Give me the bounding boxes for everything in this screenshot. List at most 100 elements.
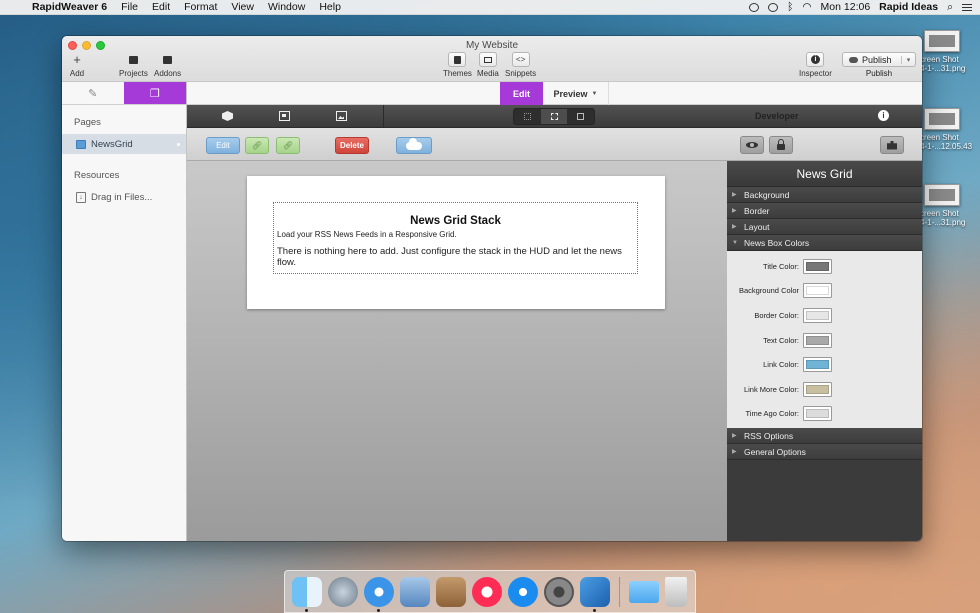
notification-center-icon[interactable] xyxy=(962,3,972,12)
menu-help[interactable]: Help xyxy=(319,1,341,13)
desktop-file[interactable]: creen Shot 4-1-...12.05.43 xyxy=(920,108,980,151)
edit-stack-button[interactable]: Edit xyxy=(206,137,240,154)
triangle-down-icon: ▼ xyxy=(732,239,738,246)
menu-app-name[interactable]: RapidWeaver 6 xyxy=(32,1,107,13)
section-rss-options[interactable]: ▶ RSS Options xyxy=(727,428,922,444)
color-swatch xyxy=(806,286,829,296)
snippets-button[interactable]: <> Snippets xyxy=(505,52,536,78)
wifi-icon[interactable]: ◠ xyxy=(802,1,811,13)
running-indicator xyxy=(305,608,308,612)
app-store-icon[interactable] xyxy=(508,576,538,607)
color-swatch xyxy=(806,335,829,345)
mode-selected[interactable] xyxy=(540,109,568,124)
section-news-box-colors[interactable]: ▼ News Box Colors xyxy=(727,235,922,251)
status-dot xyxy=(177,142,180,146)
safari-icon[interactable] xyxy=(364,576,394,612)
publish-control: Publish ▾ Publish xyxy=(842,52,916,78)
finder-icon[interactable] xyxy=(292,576,322,612)
preview-toggle-button[interactable] xyxy=(740,136,764,154)
rapidweaver-icon[interactable] xyxy=(580,576,610,612)
section-background[interactable]: ▶ Background xyxy=(727,187,922,203)
download-icon: ↓ xyxy=(76,191,86,203)
resources-drop-target[interactable]: ↓ Drag in Files... xyxy=(62,187,186,207)
square-icon xyxy=(577,113,585,120)
lock-button[interactable] xyxy=(769,136,793,154)
tab-edit[interactable]: Edit xyxy=(500,82,543,105)
clock[interactable]: Mon 12:06 xyxy=(821,1,871,13)
file-thumbnail xyxy=(924,108,960,130)
text-color-well[interactable] xyxy=(803,332,832,348)
save-stack-button[interactable] xyxy=(880,136,904,154)
stacks-library-icon[interactable] xyxy=(222,111,233,121)
timemachine-icon[interactable] xyxy=(768,2,779,12)
preview-label: Preview xyxy=(553,88,588,99)
title-color-well[interactable] xyxy=(803,258,832,274)
unlink-button[interactable]: 🔗︎ xyxy=(276,137,300,154)
inspector-label: Inspector xyxy=(799,69,832,78)
addons-button[interactable]: Addons xyxy=(154,52,181,78)
desktop-file[interactable]: creen Shot 4-1-...31.png xyxy=(920,184,980,227)
background-color-well[interactable] xyxy=(803,283,832,299)
launchpad-icon[interactable] xyxy=(328,576,358,607)
mode-outline[interactable] xyxy=(514,109,541,124)
section-border[interactable]: ▶ Border xyxy=(727,203,922,219)
info-icon[interactable]: i xyxy=(878,110,889,121)
time-ago-color-well[interactable] xyxy=(803,406,832,422)
cloud-button[interactable] xyxy=(396,137,432,154)
menu-bar: RapidWeaver 6 File Edit Format View Wind… xyxy=(0,0,980,15)
color-swatch xyxy=(806,409,829,419)
delete-stack-button[interactable]: Delete xyxy=(335,137,369,154)
border-color-well[interactable] xyxy=(803,307,832,323)
menu-file[interactable]: File xyxy=(121,1,138,13)
tab-pages[interactable]: ❐ xyxy=(123,82,186,104)
publish-button[interactable]: Publish ▾ xyxy=(842,52,916,67)
link-color-well[interactable] xyxy=(803,357,832,373)
inspector-button[interactable]: i Inspector xyxy=(799,52,832,78)
mode-plain[interactable] xyxy=(567,109,594,124)
system-preferences-icon[interactable] xyxy=(544,576,574,607)
section-layout[interactable]: ▶ Layout xyxy=(727,219,922,235)
news-grid-stack[interactable]: News Grid Stack Load your RSS News Feeds… xyxy=(273,202,638,274)
contacts-icon[interactable] xyxy=(436,576,466,607)
desktop-file[interactable]: creen Shot 4-1-...31.png xyxy=(920,30,980,73)
folder-icon[interactable] xyxy=(629,580,659,603)
sync-status-icon[interactable] xyxy=(749,2,760,12)
menu-edit[interactable]: Edit xyxy=(152,1,170,13)
tab-settings[interactable]: ✎ xyxy=(62,82,124,104)
trash-icon[interactable] xyxy=(665,576,687,607)
add-button[interactable]: + Add xyxy=(68,52,86,78)
themes-button[interactable]: Themes xyxy=(443,52,472,78)
info-icon: i xyxy=(806,52,825,67)
link-more-color-well[interactable] xyxy=(803,381,832,397)
projects-button[interactable]: Projects xyxy=(119,52,148,78)
section-general-options[interactable]: ▶ General Options xyxy=(727,444,922,460)
color-row-text: Text Color: xyxy=(727,328,922,353)
snippets-label: Snippets xyxy=(505,69,537,78)
menu-view[interactable]: View xyxy=(231,1,254,13)
bluetooth-icon[interactable]: ᛒ xyxy=(787,1,793,13)
stack-action-bar: Edit 🔗︎ 🔗︎ Delete xyxy=(187,128,727,161)
stack-title: News Grid Stack xyxy=(410,215,501,227)
link-button[interactable]: 🔗︎ xyxy=(245,137,269,154)
tab-preview[interactable]: Preview ▼ xyxy=(543,82,609,105)
templates-icon[interactable] xyxy=(279,111,290,121)
color-label: Time Ago Color: xyxy=(745,409,800,419)
media-button[interactable]: Media xyxy=(477,52,499,78)
chevron-down-icon[interactable]: ▾ xyxy=(901,55,915,64)
preview-app-icon[interactable] xyxy=(400,576,430,607)
color-settings: Title Color: Background Color Border Col… xyxy=(727,251,922,428)
menu-format[interactable]: Format xyxy=(184,1,217,13)
dock-separator xyxy=(619,576,620,607)
pages-heading: Pages xyxy=(74,117,101,128)
section-label: Layout xyxy=(744,221,770,232)
itunes-icon[interactable] xyxy=(472,576,502,607)
color-swatch xyxy=(806,310,829,320)
spotlight-search-icon[interactable]: ⌕ xyxy=(947,1,953,14)
media-label: Media xyxy=(477,69,499,78)
user-menu[interactable]: Rapid Ideas xyxy=(879,1,938,13)
add-label: Add xyxy=(69,69,85,78)
sidebar-item-newsgrid[interactable]: NewsGrid xyxy=(62,134,186,154)
image-library-icon[interactable] xyxy=(336,111,347,121)
file-thumbnail xyxy=(924,184,960,206)
menu-window[interactable]: Window xyxy=(268,1,305,13)
